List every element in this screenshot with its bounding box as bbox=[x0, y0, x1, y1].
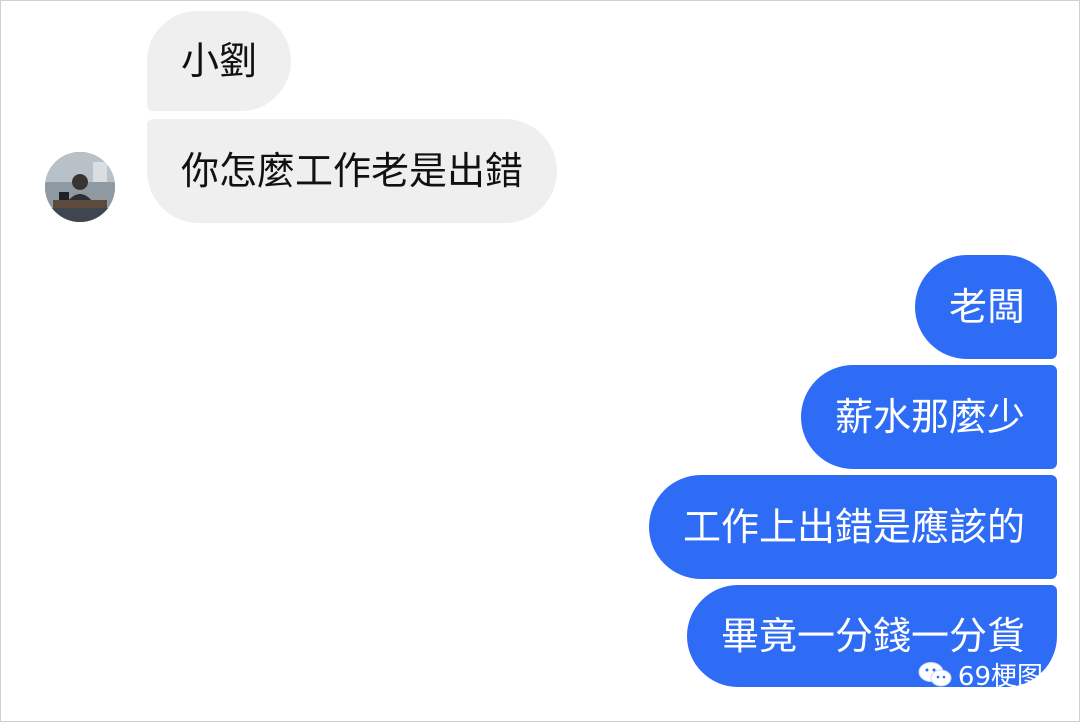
incoming-message-bubble: 你怎麼工作老是出錯 bbox=[147, 119, 558, 223]
incoming-message-bubble: 小劉 bbox=[147, 11, 292, 111]
outgoing-message-text: 老闆 bbox=[948, 285, 1025, 329]
outgoing-message-bubble: 工作上出錯是應該的 bbox=[648, 475, 1057, 579]
chat-screenshot-frame: 小劉 你怎麼工作老是出錯 老闆 薪水那麼少 工作上出錯是應該的 畢竟一分錢一分貨 bbox=[0, 0, 1080, 722]
avatar-photo bbox=[45, 152, 115, 222]
outgoing-message-bubble: 薪水那麼少 bbox=[800, 365, 1057, 469]
watermark-text: 69梗图 bbox=[957, 662, 1043, 692]
incoming-message-text: 你怎麼工作老是出錯 bbox=[181, 149, 524, 193]
incoming-message-text: 小劉 bbox=[181, 39, 258, 83]
outgoing-message-text: 畢竟一分錢一分貨 bbox=[720, 614, 1025, 658]
outgoing-message-text: 工作上出錯是應該的 bbox=[682, 505, 1025, 549]
watermark: 69梗图 bbox=[918, 656, 1043, 693]
outgoing-message-bubble: 老闆 bbox=[914, 255, 1057, 359]
outgoing-message-text: 薪水那麼少 bbox=[834, 395, 1025, 439]
sender-avatar[interactable] bbox=[45, 152, 115, 222]
wechat-icon bbox=[918, 661, 952, 686]
